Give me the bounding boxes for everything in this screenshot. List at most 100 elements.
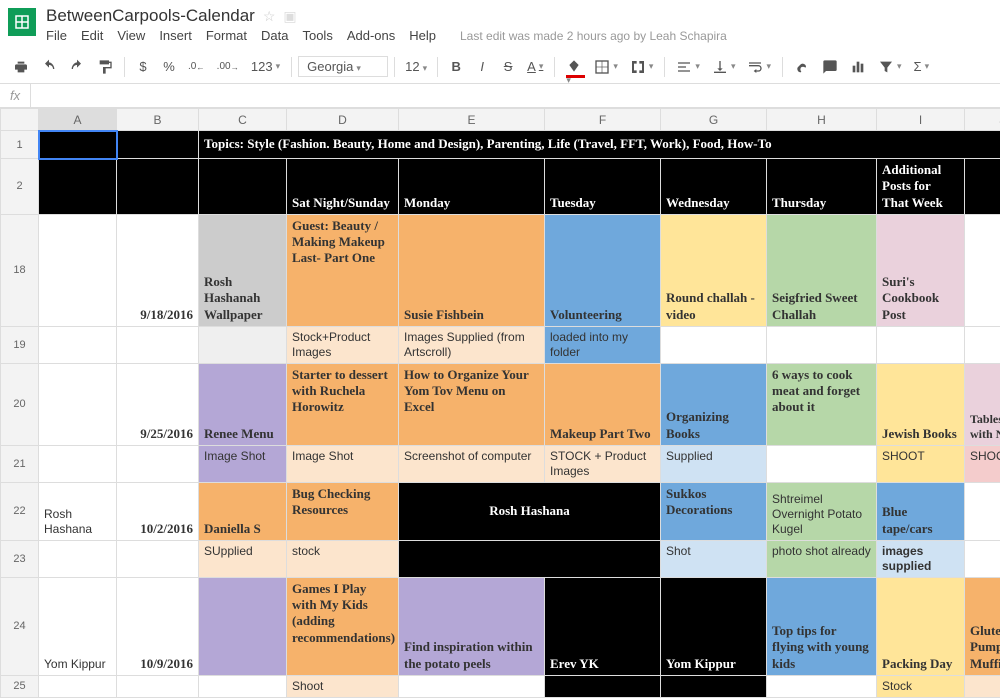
row-header-18[interactable]: 18	[1, 214, 39, 326]
row-header-19[interactable]: 19	[1, 326, 39, 363]
cell-C21[interactable]: Image Shot	[199, 445, 287, 482]
cell-I23[interactable]: images supplied	[877, 540, 965, 577]
cell-G24[interactable]: Yom Kippur	[661, 577, 767, 675]
cell-A24[interactable]: Yom Kippur	[39, 577, 117, 675]
col-header-C[interactable]: C	[199, 109, 287, 131]
cell-G20[interactable]: Organizing Books	[661, 363, 767, 445]
cell-B1[interactable]	[117, 131, 199, 159]
document-title[interactable]: BetweenCarpools-Calendar	[46, 6, 255, 26]
italic-button[interactable]: I	[470, 55, 494, 79]
spreadsheet-grid[interactable]: A B C D E F G H I J 1 Topics: Style (Fas…	[0, 108, 1000, 698]
col-header-J[interactable]: J	[965, 109, 1000, 131]
cell-J25[interactable]	[965, 675, 1000, 697]
cell-C2[interactable]	[199, 159, 287, 215]
cell-C25[interactable]	[199, 675, 287, 697]
cell-I2[interactable]: Additional Posts for That Week	[877, 159, 965, 215]
cell-A18[interactable]	[39, 214, 117, 326]
cell-F25[interactable]	[545, 675, 661, 697]
cell-D18[interactable]: Guest: Beauty / Making Makeup Last- Part…	[287, 214, 399, 326]
cell-F20[interactable]: Makeup Part Two	[545, 363, 661, 445]
col-header-G[interactable]: G	[661, 109, 767, 131]
row-header-25[interactable]: 25	[1, 675, 39, 697]
cell-D19[interactable]: Stock+Product Images	[287, 326, 399, 363]
cell-J2[interactable]	[965, 159, 1000, 215]
borders-button[interactable]	[589, 55, 623, 79]
cell-E20[interactable]: How to Organize Your Yom Tov Menu on Exc…	[399, 363, 545, 445]
cell-G2[interactable]: Wednesday	[661, 159, 767, 215]
cell-A19[interactable]	[39, 326, 117, 363]
cell-H20[interactable]: 6 ways to cook meat and forget about it	[767, 363, 877, 445]
cell-C1-topics[interactable]: Topics: Style (Fashion. Beauty, Home and…	[199, 131, 1000, 159]
cell-H22[interactable]: Shtreimel Overnight Potato Kugel	[767, 482, 877, 540]
cell-C23[interactable]: SUpplied	[199, 540, 287, 577]
cell-C22[interactable]: Daniella S	[199, 482, 287, 540]
row-header-1[interactable]: 1	[1, 131, 39, 159]
col-header-A[interactable]: A	[39, 109, 117, 131]
insert-link-button[interactable]	[789, 55, 815, 79]
cell-B24[interactable]: 10/9/2016	[117, 577, 199, 675]
cell-B21[interactable]	[117, 445, 199, 482]
strike-button[interactable]: S	[496, 55, 520, 79]
cell-H23[interactable]: photo shot already	[767, 540, 877, 577]
cell-J20[interactable]: Tablesetting with Noir	[965, 363, 1000, 445]
cell-G18[interactable]: Round challah - video	[661, 214, 767, 326]
cell-B18[interactable]: 9/18/2016	[117, 214, 199, 326]
cell-B20[interactable]: 9/25/2016	[117, 363, 199, 445]
cell-I21[interactable]: SHOOT	[877, 445, 965, 482]
cell-A22[interactable]: Rosh Hashana	[39, 482, 117, 540]
cell-I25[interactable]: Stock	[877, 675, 965, 697]
menu-addons[interactable]: Add-ons	[347, 28, 395, 43]
cell-I20[interactable]: Jewish Books	[877, 363, 965, 445]
cell-D25[interactable]: Shoot	[287, 675, 399, 697]
cell-G25[interactable]	[661, 675, 767, 697]
row-header-21[interactable]: 21	[1, 445, 39, 482]
cell-I22[interactable]: Blue tape/cars	[877, 482, 965, 540]
cell-A20[interactable]	[39, 363, 117, 445]
cell-D20[interactable]: Starter to dessert with Ruchela Horowitz	[287, 363, 399, 445]
cell-C20[interactable]: Renee Menu	[199, 363, 287, 445]
cell-D22[interactable]: Bug Checking Resources	[287, 482, 399, 540]
folder-icon[interactable]: ▣	[283, 8, 296, 25]
cell-F21[interactable]: STOCK + Product Images	[545, 445, 661, 482]
cell-C18[interactable]: Rosh Hashanah Wallpaper	[199, 214, 287, 326]
col-header-F[interactable]: F	[545, 109, 661, 131]
cell-I18[interactable]: Suri's Cookbook Post	[877, 214, 965, 326]
text-color-button[interactable]: A	[522, 55, 548, 79]
cell-G22[interactable]: Sukkos Decorations	[661, 482, 767, 540]
wrap-button[interactable]	[742, 55, 776, 79]
undo-icon[interactable]	[36, 55, 62, 79]
filter-button[interactable]	[873, 55, 907, 79]
cell-G21[interactable]: Supplied	[661, 445, 767, 482]
cell-D23[interactable]: stock	[287, 540, 399, 577]
cell-B23[interactable]	[117, 540, 199, 577]
cell-D24[interactable]: Games I Play with My Kids (adding recomm…	[287, 577, 399, 675]
cell-I19[interactable]	[877, 326, 965, 363]
cell-A1[interactable]	[39, 131, 117, 159]
row-header-24[interactable]: 24	[1, 577, 39, 675]
cell-H19[interactable]	[767, 326, 877, 363]
cell-F24[interactable]: Erev YK	[545, 577, 661, 675]
col-header-B[interactable]: B	[117, 109, 199, 131]
cell-E2[interactable]: Monday	[399, 159, 545, 215]
cell-B19[interactable]	[117, 326, 199, 363]
cell-H18[interactable]: Seigfried Sweet Challah	[767, 214, 877, 326]
paint-format-icon[interactable]	[92, 55, 118, 79]
menu-insert[interactable]: Insert	[159, 28, 192, 43]
percent-button[interactable]: %	[157, 55, 181, 79]
cell-B2[interactable]	[117, 159, 199, 215]
cell-A21[interactable]	[39, 445, 117, 482]
col-header-D[interactable]: D	[287, 109, 399, 131]
functions-button[interactable]: Σ	[909, 55, 935, 79]
font-size-select[interactable]: 12	[401, 57, 431, 76]
currency-button[interactable]: $	[131, 55, 155, 79]
col-header-H[interactable]: H	[767, 109, 877, 131]
insert-comment-button[interactable]	[817, 55, 843, 79]
merge-cells-button[interactable]	[625, 55, 659, 79]
cell-A2[interactable]	[39, 159, 117, 215]
cell-J22[interactable]	[965, 482, 1000, 540]
cell-F18[interactable]: Volunteering	[545, 214, 661, 326]
cell-E19[interactable]: Images Supplied (from Artscroll)	[399, 326, 545, 363]
v-align-button[interactable]	[707, 55, 741, 79]
cell-D2[interactable]: Sat Night/Sunday	[287, 159, 399, 215]
cell-A23[interactable]	[39, 540, 117, 577]
